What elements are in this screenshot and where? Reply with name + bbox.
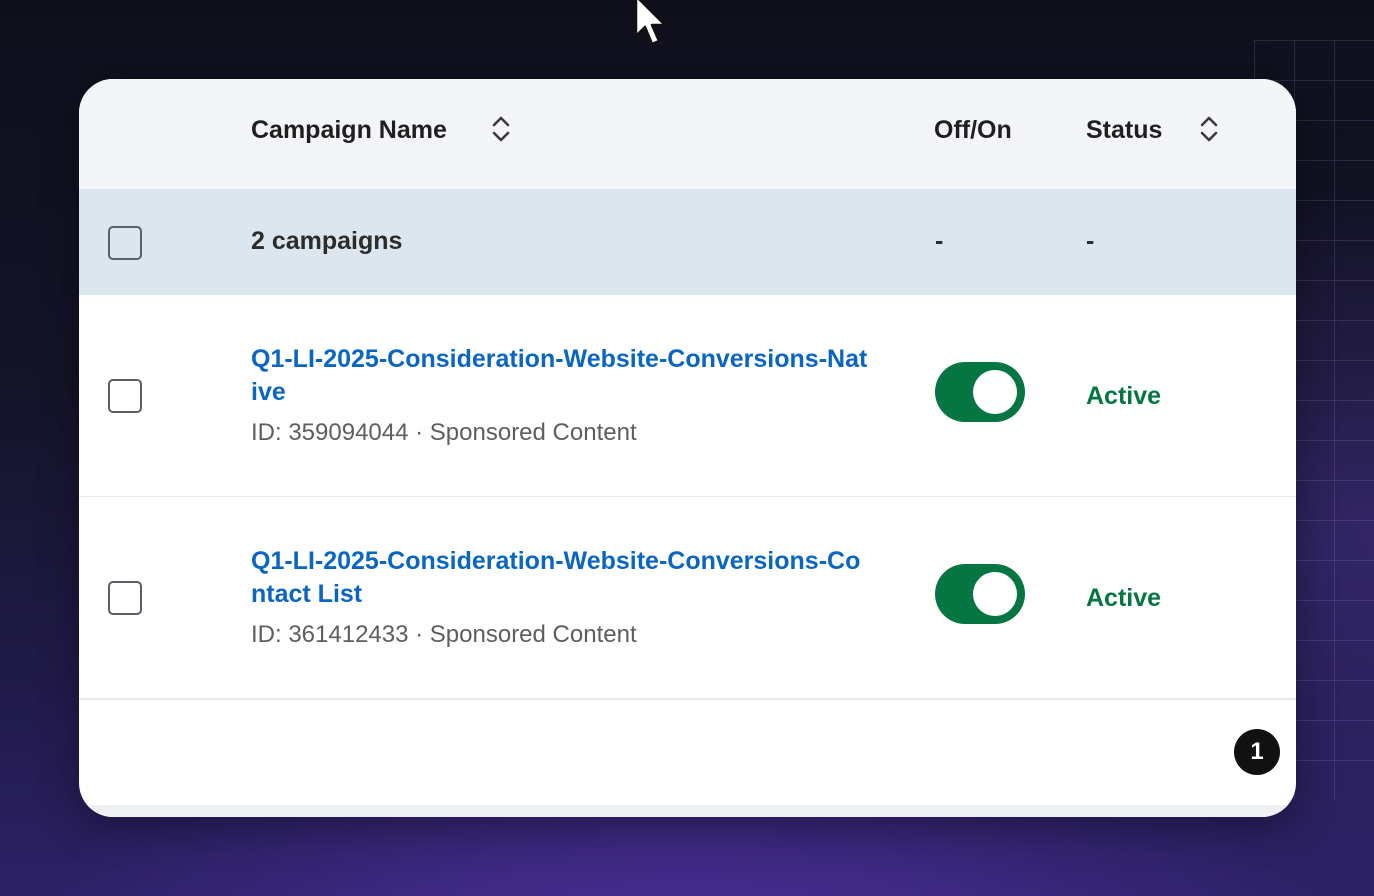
column-header-status[interactable]: Status [1086,115,1162,145]
campaign-toggle-switch[interactable] [935,362,1025,422]
campaign-count: 2 campaigns [251,227,403,255]
table-header: Campaign Name Off/On Status [79,79,1296,189]
sort-icon[interactable] [1197,114,1221,144]
campaign-name-link[interactable]: Q1-LI-2025-Consideration-Website-Convers… [251,343,871,409]
campaign-name-link[interactable]: Q1-LI-2025-Consideration-Website-Convers… [251,545,871,611]
toggle-knob [973,370,1017,414]
campaign-table-card: Campaign Name Off/On Status 2 campaigns … [79,79,1296,817]
campaign-toggle-switch[interactable] [935,564,1025,624]
table-row: Q1-LI-2025-Consideration-Website-Convers… [79,295,1296,498]
sort-icon[interactable] [489,114,513,144]
column-header-campaign-name[interactable]: Campaign Name [251,115,447,145]
toggle-knob [973,572,1017,616]
row-checkbox[interactable] [108,379,142,413]
status-badge: Active [1086,584,1162,612]
pagination-page-button[interactable]: 1 [1234,729,1280,775]
row-checkbox[interactable] [108,581,142,615]
summary-status: - [1086,227,1095,255]
column-header-off-on: Off/On [934,116,1012,144]
mouse-pointer-icon [634,0,667,46]
summary-row: 2 campaigns - - [79,189,1296,295]
table-footer-divider [79,805,1296,817]
campaign-meta: ID: 359094044 · Sponsored Content [251,419,637,446]
status-badge: Active [1086,382,1162,410]
table-row: Q1-LI-2025-Consideration-Website-Convers… [79,497,1296,700]
campaign-meta: ID: 361412433 · Sponsored Content [251,621,637,648]
summary-off-on: - [935,227,944,255]
select-all-checkbox[interactable] [108,226,142,260]
